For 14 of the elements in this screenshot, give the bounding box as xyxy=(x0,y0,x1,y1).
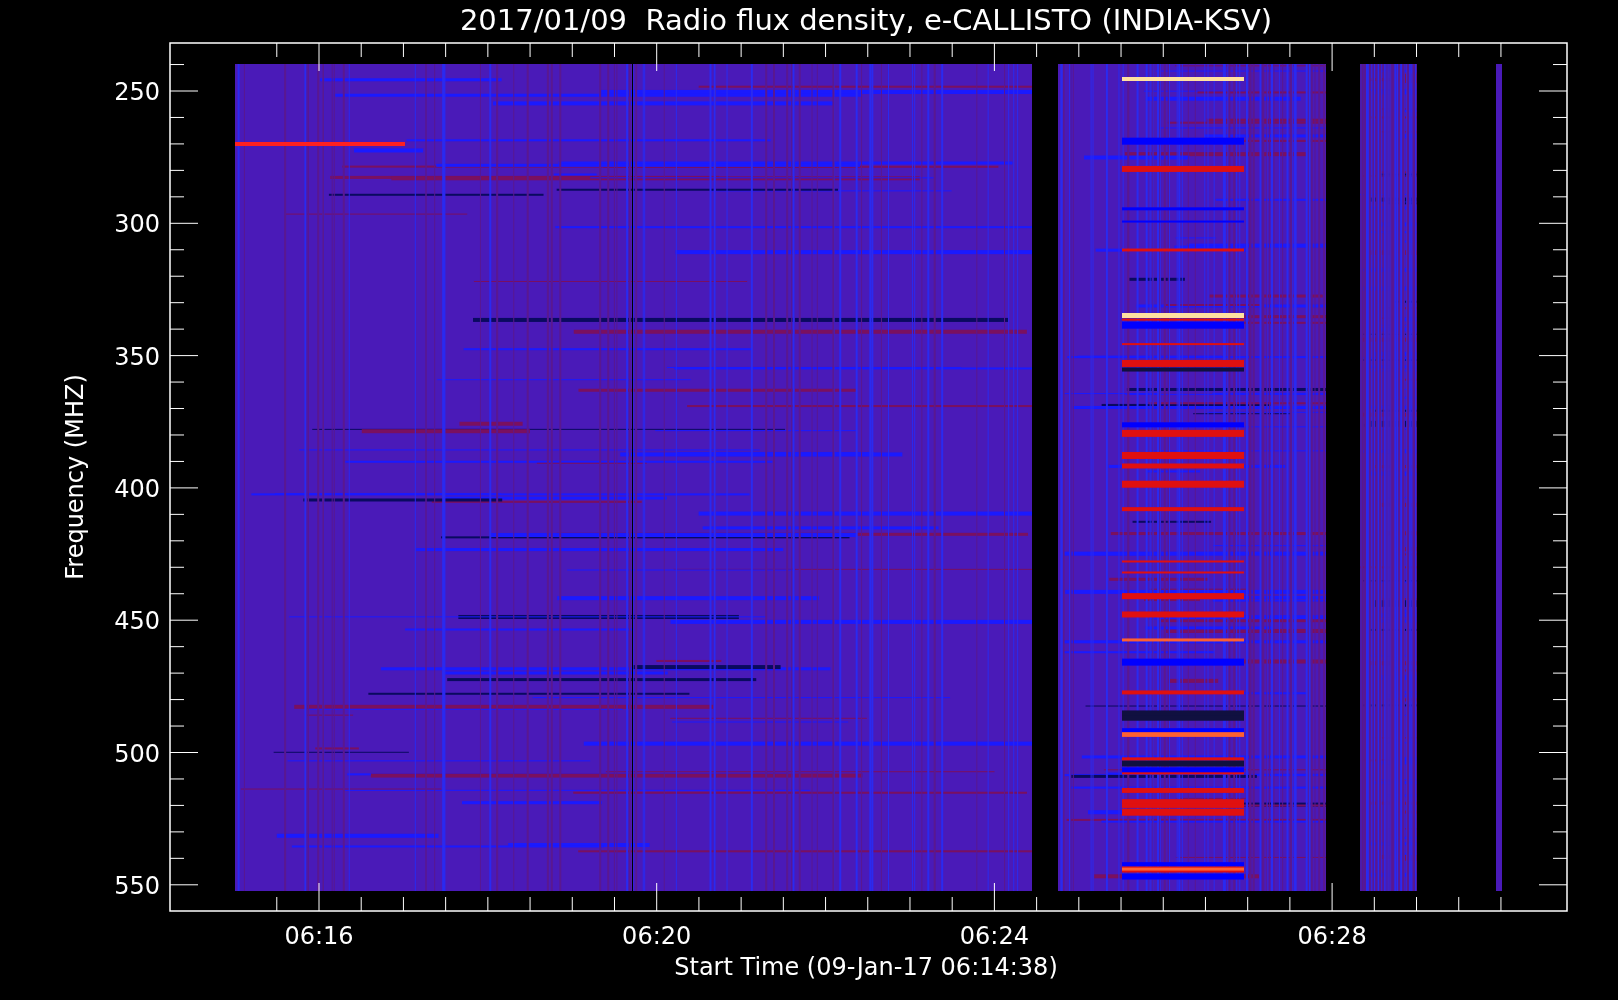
y-tick-label: 500 xyxy=(114,739,160,768)
y-tick-label: 400 xyxy=(114,474,160,503)
y-tick-label: 550 xyxy=(114,871,160,900)
y-tick-label: 350 xyxy=(114,342,160,371)
y-tick-label: 250 xyxy=(114,78,160,106)
x-tick-label: 06:20 xyxy=(622,922,692,950)
chart-title: 2017/01/09 Radio flux density, e-CALLISTO (INDIA-KSV) xyxy=(459,3,1273,37)
x-tick-label: 06:16 xyxy=(284,922,354,950)
x-tick-label: 06:28 xyxy=(1297,922,1367,950)
x-tick-label: 06:24 xyxy=(959,922,1029,950)
y-tick-label: 450 xyxy=(114,607,160,636)
y-tick-label: 300 xyxy=(114,210,160,239)
x-axis-label: Start Time (09-Jan-17 06:14:38) xyxy=(674,953,1058,981)
y-axis-label: Frequency (MHZ) xyxy=(61,374,89,580)
